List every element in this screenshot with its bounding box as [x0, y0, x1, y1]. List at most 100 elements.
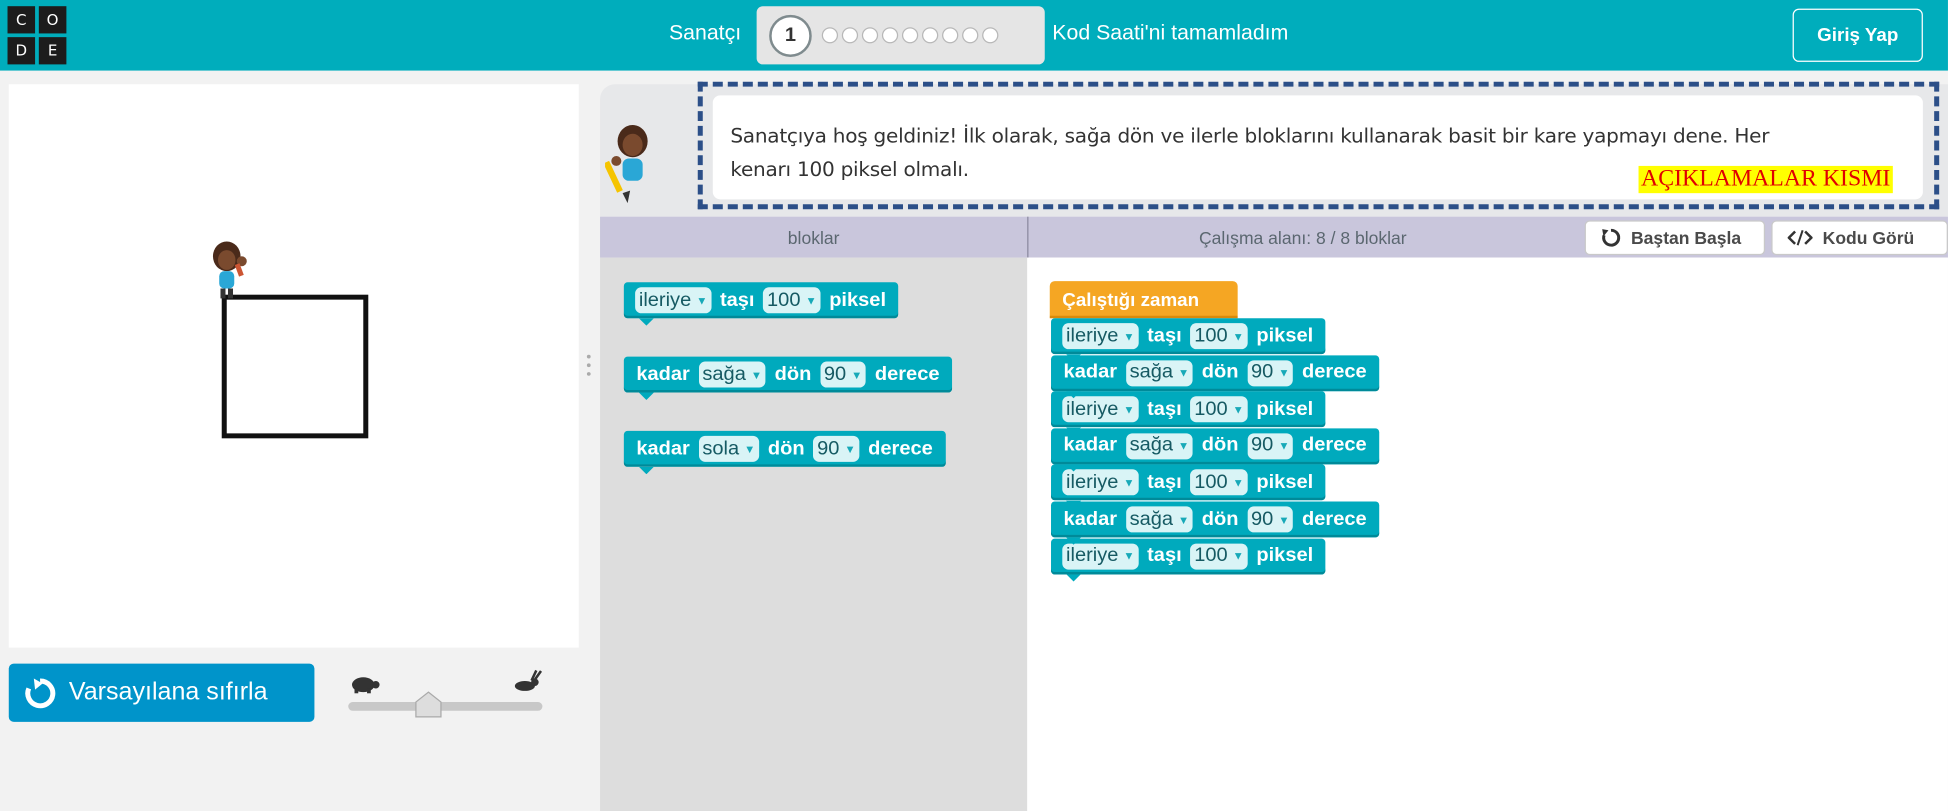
dropdown-arrow-icon: ▼ — [1232, 403, 1244, 416]
reset-button[interactable]: Varsayılana sıfırla — [8, 663, 315, 722]
dropdown-value: 100 — [1194, 398, 1228, 420]
login-button[interactable]: Giriş Yap — [1792, 8, 1923, 62]
reset-label: Varsayılana sıfırla — [68, 678, 268, 706]
toolbox-turn-right-block[interactable]: kadar sağa ▼ dön 90 ▼ derece — [623, 356, 953, 393]
amount-dropdown[interactable]: 100 ▼ — [763, 287, 821, 314]
level-dot[interactable] — [901, 27, 919, 44]
show-code-button[interactable]: Kodu Görü — [1771, 220, 1948, 256]
move-forward-block[interactable]: ileriye ▼ taşı 100 ▼ piksel — [1051, 318, 1326, 355]
dropdown-value: 100 — [1194, 471, 1228, 493]
dropdown-arrow-icon: ▼ — [805, 294, 817, 307]
amount-dropdown[interactable]: 90 ▼ — [1247, 433, 1294, 460]
remaining-levels — [818, 27, 999, 44]
dropdown-arrow-icon: ▼ — [1232, 549, 1244, 563]
block-word: dön — [1201, 508, 1239, 530]
restart-label: Baştan Başla — [1631, 227, 1742, 248]
speed-slider[interactable] — [348, 669, 543, 719]
level-dot[interactable] — [921, 27, 939, 44]
block-word: derece — [874, 363, 940, 385]
level-dot[interactable] — [982, 27, 999, 44]
block-word: piksel — [1256, 471, 1314, 493]
dropdown-arrow-icon: ▼ — [750, 368, 763, 381]
toolbox-turn-left-block[interactable]: kadar sola ▼ dön 90 ▼ derece — [623, 430, 946, 467]
resize-grip-icon[interactable] — [586, 353, 591, 378]
logo-letter: O — [38, 6, 67, 34]
toolbox-header: bloklar — [787, 227, 840, 248]
block-word: kadar — [1063, 508, 1118, 530]
speed-thumb[interactable] — [415, 691, 443, 718]
code-icon — [1787, 229, 1813, 246]
move-forward-block[interactable]: ileriye ▼ taşı 100 ▼ piksel — [1051, 464, 1326, 501]
dropdown-value: ileriye — [1066, 398, 1119, 420]
block-word: derece — [1302, 508, 1367, 530]
level-dot[interactable] — [881, 27, 899, 44]
amount-dropdown[interactable]: 90 ▼ — [820, 361, 867, 388]
turn-block[interactable]: kadar sağa ▼ dön 90 ▼ derece — [1051, 428, 1380, 465]
block-word: derece — [1302, 434, 1367, 457]
block-word: kadar — [636, 437, 690, 459]
dropdown-arrow-icon: ▼ — [1178, 366, 1190, 380]
logo-letter: C — [7, 6, 36, 34]
dropdown-arrow-icon: ▼ — [696, 294, 708, 307]
restart-button[interactable]: Baştan Başla — [1584, 220, 1766, 256]
turn-block[interactable]: kadar sağa ▼ dön 90 ▼ derece — [1051, 501, 1380, 538]
current-level-bubble[interactable]: 1 — [769, 14, 812, 57]
block-word: piksel — [1256, 398, 1314, 420]
level-dot[interactable] — [821, 27, 839, 44]
dropdown-value: ileriye — [638, 289, 692, 311]
block-word: derece — [868, 437, 933, 459]
dropdown-arrow-icon: ▼ — [1278, 439, 1290, 453]
dropdown-value: 90 — [1251, 361, 1274, 383]
direction-dropdown[interactable]: ileriye ▼ — [1062, 323, 1139, 350]
dropdown-value: 90 — [817, 437, 840, 459]
amount-dropdown[interactable]: 90 ▼ — [1247, 359, 1294, 386]
amount-dropdown[interactable]: 100 ▼ — [1190, 469, 1248, 496]
block-word: kadar — [1063, 434, 1118, 457]
direction-dropdown[interactable]: sağa ▼ — [698, 361, 766, 388]
top-bar: C O D E Sanatçı 1 Kod Saati'ni tamamladı… — [0, 0, 1948, 71]
level-dot[interactable] — [841, 27, 859, 44]
block-word: taşı — [1147, 471, 1182, 493]
hour-complete-link[interactable]: Kod Saati'ni tamamladım — [1052, 21, 1288, 46]
direction-dropdown[interactable]: ileriye ▼ — [1062, 469, 1139, 496]
dropdown-arrow-icon: ▼ — [1123, 403, 1135, 416]
logo-letter: E — [38, 37, 67, 65]
dropdown-arrow-icon: ▼ — [744, 442, 756, 456]
direction-dropdown[interactable]: ileriye ▼ — [1062, 396, 1139, 423]
level-progress: 1 — [756, 6, 1045, 65]
amount-dropdown[interactable]: 100 ▼ — [1190, 543, 1248, 570]
amount-dropdown[interactable]: 90 ▼ — [813, 435, 860, 462]
direction-dropdown[interactable]: sağa ▼ — [1125, 506, 1193, 533]
drawn-square — [221, 294, 369, 439]
move-forward-block[interactable]: ileriye ▼ taşı 100 ▼ piksel — [1051, 538, 1326, 575]
move-forward-block[interactable]: ileriye ▼ taşı 100 ▼ piksel — [1051, 391, 1326, 428]
dropdown-value: 100 — [767, 289, 801, 311]
show-code-label: Kodu Görü — [1822, 227, 1915, 248]
restart-icon — [1602, 228, 1621, 247]
dropdown-value: sağa — [1129, 434, 1174, 457]
block-word: taşı — [719, 289, 755, 311]
direction-dropdown[interactable]: sağa ▼ — [1125, 359, 1193, 386]
toolbox-move-block[interactable]: ileriye ▼ taşı 100 ▼ piksel — [623, 282, 899, 319]
when-run-block[interactable]: Çalıştığı zaman — [1049, 281, 1238, 319]
level-dot[interactable] — [962, 27, 979, 44]
dropdown-arrow-icon: ▼ — [1278, 366, 1290, 380]
code-logo[interactable]: C O D E — [7, 6, 73, 65]
amount-dropdown[interactable]: 100 ▼ — [1190, 396, 1248, 423]
dropdown-value: 90 — [1251, 434, 1274, 457]
direction-dropdown[interactable]: sola ▼ — [698, 435, 760, 462]
dropdown-value: sağa — [1129, 361, 1174, 383]
direction-dropdown[interactable]: ileriye ▼ — [1062, 543, 1139, 570]
amount-dropdown[interactable]: 90 ▼ — [1247, 506, 1294, 533]
dropdown-arrow-icon: ▼ — [1178, 439, 1190, 453]
amount-dropdown[interactable]: 100 ▼ — [1190, 323, 1248, 350]
block-word: derece — [1302, 361, 1367, 383]
level-dot[interactable] — [861, 27, 879, 44]
dropdown-value: sağa — [1129, 508, 1174, 530]
direction-dropdown[interactable]: sağa ▼ — [1125, 433, 1193, 460]
dropdown-arrow-icon: ▼ — [1123, 329, 1135, 343]
direction-dropdown[interactable]: ileriye ▼ — [635, 287, 712, 314]
level-dot[interactable] — [942, 27, 959, 44]
speed-track[interactable] — [348, 702, 543, 711]
turn-block[interactable]: kadar sağa ▼ dön 90 ▼ derece — [1051, 354, 1380, 391]
